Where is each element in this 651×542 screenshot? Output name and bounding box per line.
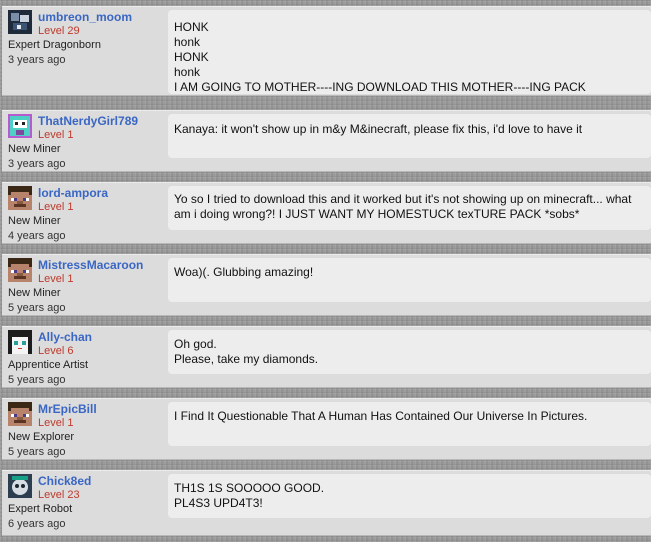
username-link[interactable]: MrEpicBill [38, 402, 97, 416]
comment-body: Oh god. Please, take my diamonds. [168, 330, 651, 374]
comment-text-line: HONK [174, 50, 209, 64]
user-level: Level 1 [38, 129, 74, 141]
comment-text-line: Please, take my diamonds. [174, 352, 319, 366]
comment-timestamp: 6 years ago [8, 518, 66, 530]
comment: lord-ampora Level 1 New Miner 4 years ag… [2, 182, 651, 244]
user-rank: New Explorer [8, 431, 75, 443]
comment-timestamp: 4 years ago [8, 230, 66, 242]
avatar-steve-icon[interactable] [8, 402, 32, 426]
avatar-steve-icon[interactable] [8, 186, 32, 210]
comment-body: Yo so I tried to download this and it wo… [168, 186, 651, 230]
comment-text-line: PL4S3 UPD4T3! [174, 496, 263, 510]
comment-text-line: I Find It Questionable That A Human Has … [174, 409, 588, 423]
comment-text-line: honk [174, 65, 201, 79]
user-rank: Apprentice Artist [8, 359, 89, 371]
comment-text-line: TH1S 1S SOOOOO GOOD. [174, 481, 325, 495]
comment: MrEpicBill Level 1 New Explorer 5 years … [2, 398, 651, 460]
avatar-steve-icon[interactable] [8, 258, 32, 282]
avatar-anime-icon[interactable] [8, 330, 32, 354]
comment-text-line: Yo so I tried to download this and it wo… [174, 192, 632, 221]
comment-text-line: Kanaya: it won't show up in m&y M&inecra… [174, 122, 583, 136]
comment: Chick8ed Level 23 Expert Robot 6 years a… [2, 470, 651, 536]
user-rank: New Miner [8, 215, 61, 227]
avatar-robot-icon[interactable] [8, 114, 32, 138]
comment: Ally-chan Level 6 Apprentice Artist 5 ye… [2, 326, 651, 388]
comment: MistressMacaroon Level 1 New Miner 5 yea… [2, 254, 651, 316]
username-link[interactable]: lord-ampora [38, 186, 108, 200]
username-link[interactable]: ThatNerdyGirl789 [38, 114, 138, 128]
user-rank: New Miner [8, 143, 61, 155]
comment-timestamp: 5 years ago [8, 302, 66, 314]
comment-body: Kanaya: it won't show up in m&y M&inecra… [168, 114, 651, 158]
avatar-umbreon-icon[interactable] [8, 10, 32, 34]
user-level: Level 1 [38, 201, 74, 213]
username-link[interactable]: MistressMacaroon [38, 258, 143, 272]
comment-text-line: HONK [174, 20, 209, 34]
user-level: Level 29 [38, 25, 80, 37]
comment-body: I Find It Questionable That A Human Has … [168, 402, 651, 446]
comment-timestamp: 5 years ago [8, 446, 66, 458]
comment-text-line: Oh god. [174, 337, 217, 351]
user-rank: Expert Dragonborn [8, 39, 101, 51]
username-link[interactable]: Ally-chan [38, 330, 92, 344]
user-level: Level 23 [38, 489, 80, 501]
comment-timestamp: 3 years ago [8, 158, 66, 170]
comment-body: Woa)(. Glubbing amazing! [168, 258, 651, 302]
avatar-creature-icon[interactable] [8, 474, 32, 498]
user-level: Level 1 [38, 417, 74, 429]
comment-timestamp: 3 years ago [8, 54, 66, 66]
username-link[interactable]: umbreon_moom [38, 10, 132, 24]
comment-text-line: honk [174, 35, 201, 49]
user-level: Level 6 [38, 345, 74, 357]
user-rank: Expert Robot [8, 503, 73, 515]
comment-timestamp: 5 years ago [8, 374, 66, 386]
comment-text-line: Woa)(. Glubbing amazing! [174, 265, 314, 279]
user-rank: New Miner [8, 287, 61, 299]
comment-body: HONK honk HONK honk I AM GOING TO MOTHER… [168, 10, 651, 94]
comment: umbreon_moom Level 29 Expert Dragonborn … [2, 6, 651, 96]
user-level: Level 1 [38, 273, 74, 285]
comment: ThatNerdyGirl789 Level 1 New Miner 3 yea… [2, 110, 651, 172]
comment-body: TH1S 1S SOOOOO GOOD. PL4S3 UPD4T3! [168, 474, 651, 518]
username-link[interactable]: Chick8ed [38, 474, 91, 488]
comment-text-line: I AM GOING TO MOTHER----ING DOWNLOAD THI… [174, 80, 586, 94]
